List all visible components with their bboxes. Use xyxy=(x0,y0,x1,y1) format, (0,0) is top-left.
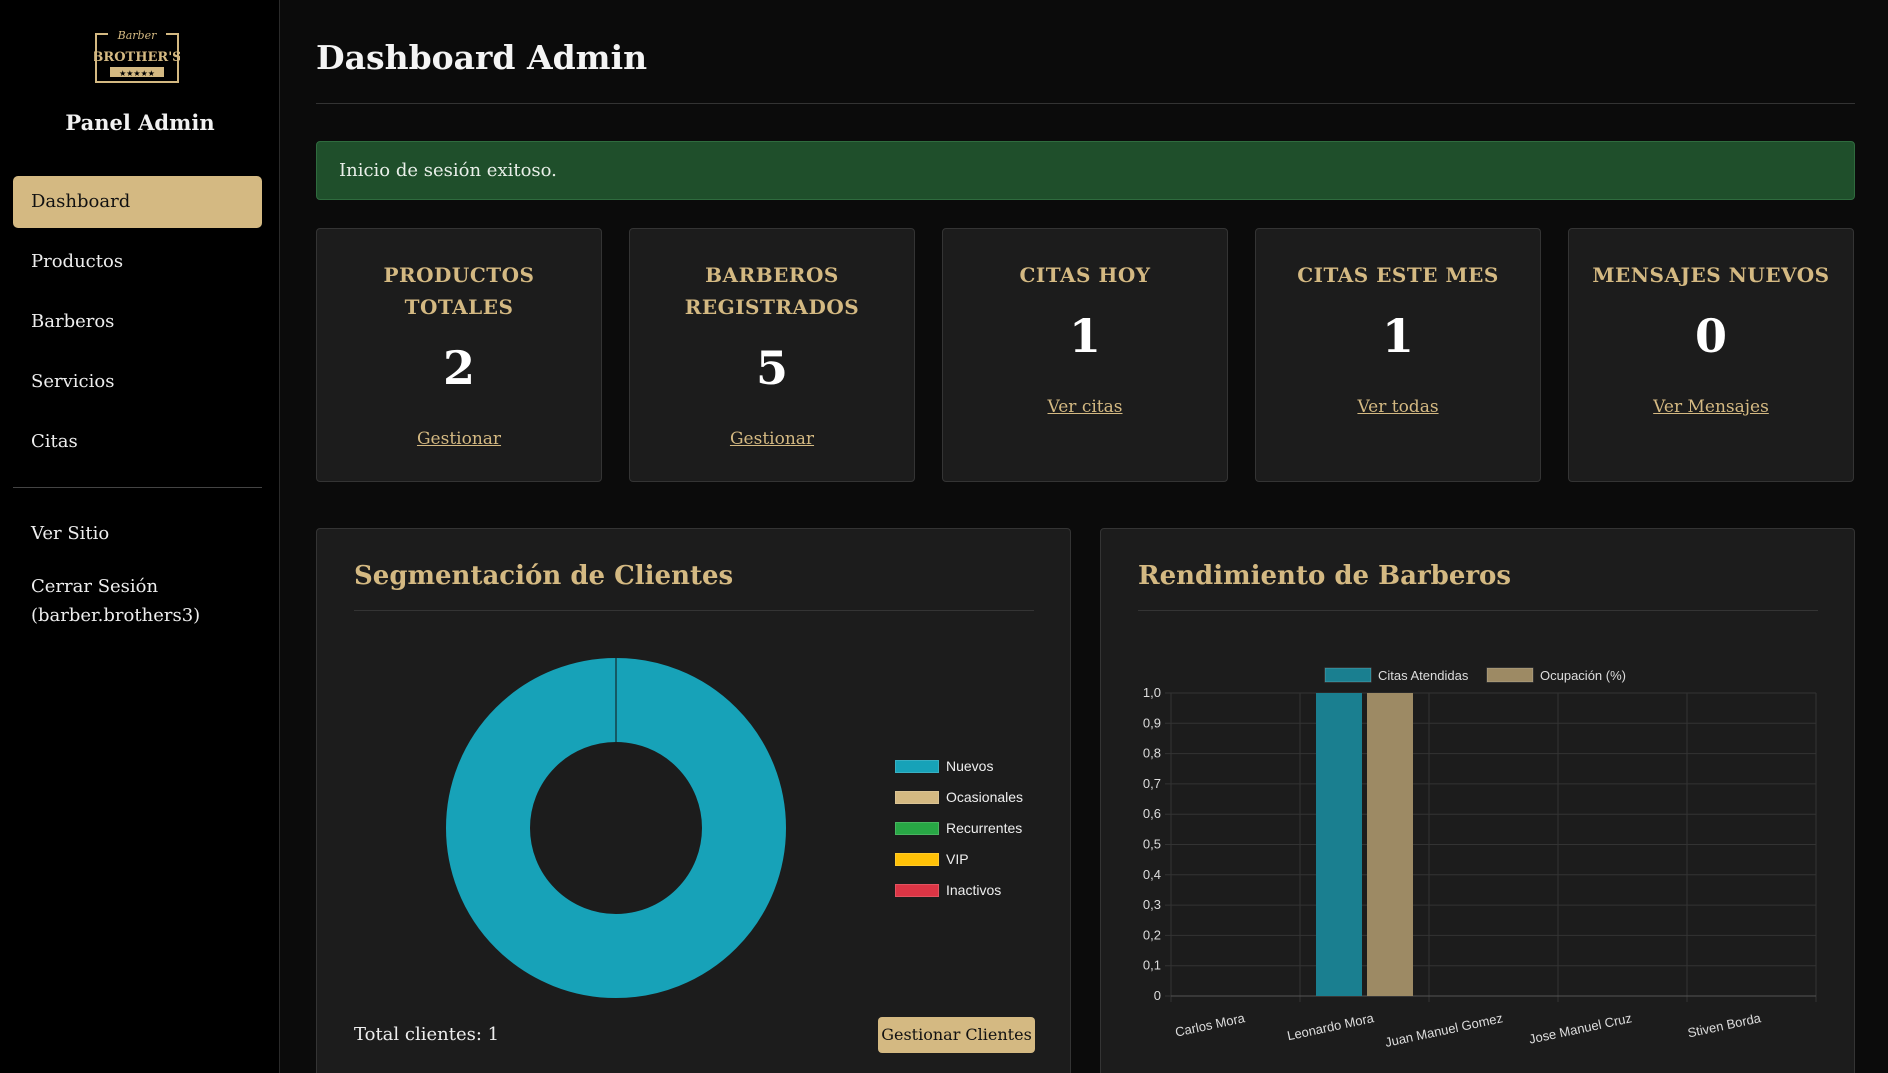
x-tick-label: Jose Manuel Cruz xyxy=(1528,1010,1634,1046)
sidebar-nav: Dashboard Productos Barberos Servicios C… xyxy=(13,176,262,468)
y-tick-label: 0,9 xyxy=(1143,715,1161,730)
y-tick-label: 0,8 xyxy=(1143,746,1161,761)
x-tick-label: Juan Manuel Gomez xyxy=(1384,1010,1504,1050)
stat-card-label: MENSAJES NUEVOS xyxy=(1592,263,1830,287)
legend-item-vip[interactable]: VIP xyxy=(895,851,969,869)
stat-card-value: 5 xyxy=(755,341,788,395)
sidebar-item-logout[interactable]: Cerrar Sesión (barber.brothers3) xyxy=(13,566,262,630)
stat-card-link-gestionar-productos[interactable]: Gestionar xyxy=(317,429,601,449)
y-tick-label: 0,4 xyxy=(1143,867,1161,882)
legend-swatch xyxy=(895,822,939,835)
total-clients: Total clientes: 1 xyxy=(354,1024,500,1045)
legend-label: Inactivos xyxy=(946,882,1002,898)
sidebar: Barber BROTHER'S ★★★★★ Panel Admin Dashb… xyxy=(0,0,280,1073)
sidebar-divider xyxy=(13,487,262,488)
stat-card-value: 1 xyxy=(1068,309,1101,363)
logo-stars: ★★★★★ xyxy=(119,69,155,78)
panel-title: Panel Admin xyxy=(65,110,215,135)
bar-1-1[interactable] xyxy=(1367,693,1413,996)
stat-card-productos: PRODUCTOS TOTALES 2 Gestionar xyxy=(316,228,602,482)
legend-item-nuevos[interactable]: Nuevos xyxy=(895,758,993,776)
y-tick-label: 0,7 xyxy=(1143,776,1161,791)
y-tick-label: 0,5 xyxy=(1143,837,1161,852)
stat-card-barberos: BARBEROS REGISTRADOS 5 Gestionar xyxy=(629,228,915,482)
legend-swatch xyxy=(895,853,939,866)
y-tick-label: 0,1 xyxy=(1143,958,1161,973)
segmentation-panel: Segmentación de Clientes Nuevos Ocasional… xyxy=(316,528,1071,1073)
stat-card-link-ver-mensajes[interactable]: Ver Mensajes xyxy=(1569,397,1853,417)
sidebar-item-barberos[interactable]: Barberos xyxy=(13,296,262,348)
bar-0-1[interactable] xyxy=(1316,693,1362,996)
stat-card-link-ver-todas[interactable]: Ver todas xyxy=(1256,397,1540,417)
x-tick-label: Carlos Mora xyxy=(1174,1010,1247,1040)
barber-brothers-logo[interactable]: Barber BROTHER'S ★★★★★ xyxy=(94,28,180,84)
stat-card-label: BARBEROS REGISTRADOS xyxy=(684,263,860,319)
stat-card-link-gestionar-barberos[interactable]: Gestionar xyxy=(630,429,914,449)
sidebar-item-productos[interactable]: Productos xyxy=(13,236,262,288)
performance-bar-chart: 0 0,1 0,2 0,3 0,4 0,5 0,6 0,7 0,8 0,9 1,0 Carlos Mo… xyxy=(1143,667,1817,1050)
stat-card-label: PRODUCTOS TOTALES xyxy=(383,263,535,319)
logo-main-text: BROTHER'S xyxy=(94,50,180,65)
stat-card-citas-mes: CITAS ESTE MES 1 Ver todas xyxy=(1255,228,1541,482)
legend-swatch-0[interactable] xyxy=(1324,667,1372,683)
sidebar-item-servicios[interactable]: Servicios xyxy=(13,356,262,408)
stat-card-link-ver-citas[interactable]: Ver citas xyxy=(943,397,1227,417)
manage-clients-button[interactable]: Gestionar Clientes xyxy=(878,1017,1035,1053)
legend-item-recurrentes[interactable]: Recurrentes xyxy=(895,820,1022,838)
main-content: Dashboard Admin Inicio de sesión exitoso… xyxy=(316,0,1855,1073)
y-tick-label: 0 xyxy=(1154,988,1161,1003)
sidebar-secondary-nav: Ver Sitio Cerrar Sesión (barber.brothers… xyxy=(13,508,262,630)
logo-top-text: Barber xyxy=(117,29,157,42)
y-tick-label: 0,2 xyxy=(1143,927,1161,942)
performance-panel: Rendimiento de Barberos 0 0,1 0,2 0,3 0,4 0,5… xyxy=(1100,528,1855,1073)
legend-label: Ocasionales xyxy=(946,789,1024,805)
sidebar-item-dashboard[interactable]: Dashboard xyxy=(13,176,262,228)
legend-item-ocasionales[interactable]: Ocasionales xyxy=(895,789,1023,807)
legend-label: VIP xyxy=(946,851,969,867)
legend-label: Recurrentes xyxy=(946,820,1023,836)
y-tick-label: 1,0 xyxy=(1143,685,1161,700)
page-title: Dashboard Admin xyxy=(316,38,648,77)
legend-swatch xyxy=(895,791,939,804)
x-tick-label: Leonardo Mora xyxy=(1286,1010,1376,1043)
sidebar-item-citas[interactable]: Citas xyxy=(13,416,262,468)
stat-card-label: CITAS ESTE MES xyxy=(1297,263,1499,287)
legend-swatch xyxy=(895,884,939,897)
legend-swatch-1[interactable] xyxy=(1486,667,1534,683)
title-divider xyxy=(316,103,1855,104)
legend-item-inactivos[interactable]: Inactivos xyxy=(895,882,1001,900)
y-tick-label: 0,3 xyxy=(1143,897,1161,912)
legend-label: Nuevos xyxy=(946,758,994,774)
x-tick-label: Stiven Borda xyxy=(1686,1010,1763,1040)
stat-card-mensajes: MENSAJES NUEVOS 0 Ver Mensajes xyxy=(1568,228,1854,482)
stat-card-citas-hoy: CITAS HOY 1 Ver citas xyxy=(942,228,1228,482)
success-alert: Inicio de sesión exitoso. xyxy=(316,141,1855,200)
stat-card-value: 0 xyxy=(1694,309,1727,363)
legend-label-1[interactable]: Ocupación (%) xyxy=(1540,668,1626,683)
legend-swatch xyxy=(895,760,939,773)
legend-label-0[interactable]: Citas Atendidas xyxy=(1378,668,1469,683)
stat-card-label: CITAS HOY xyxy=(1019,263,1151,287)
sidebar-item-ver-sitio[interactable]: Ver Sitio xyxy=(13,508,262,560)
stat-card-value: 1 xyxy=(1381,309,1414,363)
stat-card-value: 2 xyxy=(442,341,475,395)
y-tick-label: 0,6 xyxy=(1143,806,1161,821)
